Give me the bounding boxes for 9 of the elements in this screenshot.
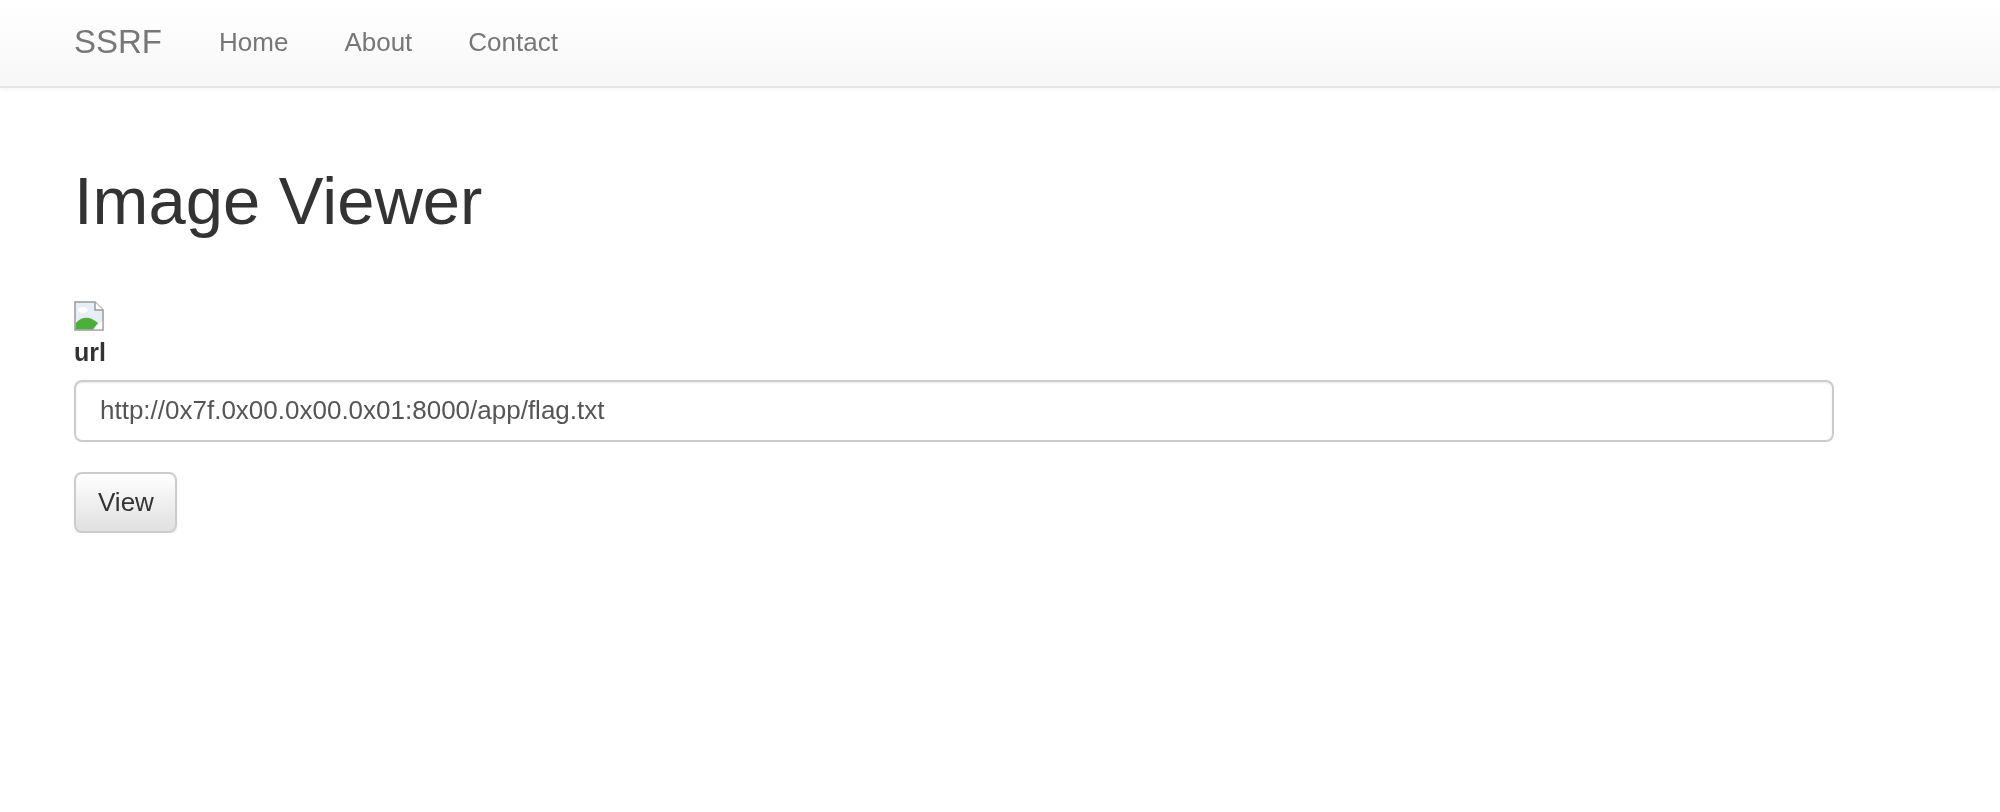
nav-link[interactable]: Home: [191, 29, 317, 57]
view-button[interactable]: View: [74, 471, 177, 533]
nav-link[interactable]: About: [316, 29, 441, 57]
page-title: Image Viewer: [74, 164, 484, 238]
url-label: url: [74, 336, 106, 367]
image-icon: [74, 300, 104, 331]
url-input[interactable]: http://0x7f.0x00.0x00.0x01:8000/app/flag.txt: [74, 379, 1834, 442]
brand-link[interactable]: SSRF: [74, 24, 162, 62]
nav-link[interactable]: Contact: [440, 29, 586, 57]
